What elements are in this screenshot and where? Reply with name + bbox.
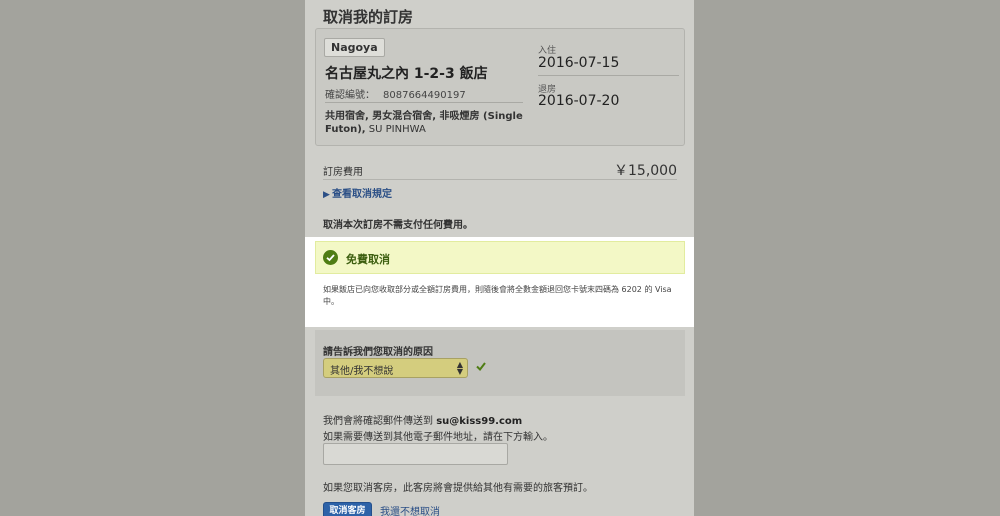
confirmation-label: 確認編號：: [325, 90, 375, 101]
cancel-reason-select[interactable]: 其他/我不想說 ▲ ▼: [323, 358, 468, 378]
free-cancellation-label: 免費取消: [346, 253, 390, 266]
confirmation-email-line: 我們會將確認郵件傳送到 su@kiss99.com: [323, 412, 522, 427]
checkout-date: 2016-07-20: [538, 93, 620, 109]
alternate-email-input[interactable]: [323, 443, 508, 465]
view-cancellation-policy-link[interactable]: ▶ 查看取消規定: [323, 185, 392, 200]
checkin-date: 2016-07-15: [538, 55, 620, 71]
cancel-reason-selected: 其他/我不想說: [330, 366, 394, 377]
page-title: 取消我的訂房: [323, 8, 414, 26]
confirmation-number-row: 確認編號： 8087664490197: [325, 86, 466, 101]
hotel-name: 名古屋丸之內 1-2-3 飯店: [325, 66, 488, 82]
email-prefix: 我們會將確認郵件傳送到: [323, 416, 437, 427]
refund-note: 如果飯店已向您收取部分或全額訂房費用，則隨後會將全數金額退回您卡號末四碼為 62…: [323, 285, 672, 306]
free-cancellation-banner: 免費取消: [315, 241, 685, 274]
cancel-reason-label: 請告訴我們您取消的原因: [323, 347, 433, 358]
card-divider: [325, 102, 523, 103]
policy-link-label: 查看取消規定: [332, 189, 392, 200]
other-email-note: 如果需要傳送到其他電子郵件地址，請在下方輸入。: [323, 432, 553, 443]
room-description: 共用宿舍, 男女混合宿舍, 非吸煙房 (Single Futon), SU PI…: [325, 110, 525, 136]
fee-value: ￥15,000: [614, 163, 677, 179]
checkmark-icon: [476, 362, 486, 372]
date-divider: [538, 75, 679, 76]
check-circle-icon: [323, 250, 338, 265]
confirmation-number: 8087664490197: [383, 90, 466, 101]
city-badge: Nagoya: [324, 38, 385, 57]
fee-label: 訂房費用: [323, 167, 363, 178]
keep-booking-link[interactable]: 我還不想取消: [380, 503, 440, 516]
select-arrows-icon: ▲ ▼: [456, 360, 463, 376]
email-address: su@kiss99.com: [436, 416, 523, 427]
guest-name: SU PINHWA: [365, 124, 426, 135]
free-cancellation-highlight: 免費取消 如果飯店已向您收取部分或全額訂房費用，則隨後會將全數金額退回您卡號末四…: [305, 237, 694, 327]
cancel-room-button[interactable]: 取消客房: [323, 502, 372, 516]
booking-summary-card: Nagoya 名古屋丸之內 1-2-3 飯店 確認編號： 808766449019…: [315, 28, 685, 146]
booking-fee-row: 訂房費用 ￥15,000: [323, 160, 677, 180]
no-fee-notice: 取消本次訂房不需支付任何費用。: [323, 220, 473, 231]
room-release-note: 如果您取消客房，此客房將會提供給其他有需要的旅客預訂。: [323, 483, 593, 494]
chevron-right-icon: ▶: [323, 190, 330, 200]
cancel-reason-section: 請告訴我們您取消的原因 其他/我不想說 ▲ ▼: [315, 330, 685, 396]
